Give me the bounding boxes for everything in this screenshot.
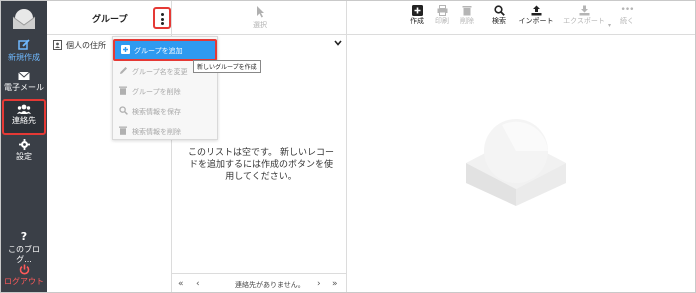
cursor-icon [257,6,264,18]
import-button[interactable]: インポート [516,5,556,26]
compose-icon [18,39,30,50]
delete-label: 削除 [460,17,474,25]
power-icon [19,264,29,275]
list-header: 選択 [172,1,347,35]
nav-mail[interactable]: 電子メール [1,71,47,93]
menu-delete-search[interactable]: 検索情報を削除 [113,121,217,141]
menu-save-search[interactable]: 検索情報を保存 [113,101,217,121]
nav-help-label: このブログ... [8,245,40,264]
pencil-icon [120,67,127,74]
search-button[interactable]: 検索 [490,5,508,26]
address-book-icon [53,40,62,50]
menu-delete-group-label: グループを削除 [132,88,181,96]
nav-new-label: 新規作成 [8,53,40,62]
menu-add-group-label: グループを追加 [134,47,183,55]
nav-contacts-label: 連絡先 [12,116,36,125]
trash-icon [462,6,472,16]
trash-icon [119,126,127,135]
kebab-dot [161,22,164,25]
menu-delete-group[interactable]: グループを削除 [113,81,217,101]
nav-settings-label: 設定 [16,152,32,161]
users-icon [17,104,31,114]
kebab-icon [161,13,164,16]
groups-title: グループ [92,15,128,25]
group-options-button[interactable] [153,7,171,29]
groups-header: グループ [47,1,172,35]
group-item-label: 個人の住所 [66,41,106,50]
import-label: インポート [518,17,554,25]
last-page-button[interactable]: » [332,279,338,289]
nav-logout[interactable]: ログアウト [1,264,47,287]
group-options-menu: グループを追加 グループ名を変更 グループを削除 検索情報を保存 検索情報を削除 [112,36,218,140]
question-icon: ? [20,230,28,243]
menu-save-search-label: 検索情報を保存 [132,108,181,116]
search-icon [119,106,128,115]
nav-settings[interactable]: 設定 [1,139,47,162]
empty-box-illustration [466,119,566,206]
app-window: 新規作成 電子メール 連絡先 設定 ? このブログ... ログアウト グループ … [0,0,696,293]
menu-add-group[interactable]: グループを追加 [113,39,217,61]
add-group-tooltip: 新しいグループを作成 [193,60,261,73]
upload-icon [531,5,541,16]
gear-icon [18,139,30,150]
list-count-text: 連絡先がありません。 [235,281,305,289]
search-icon [493,5,505,16]
export-label: エクスポート [563,17,605,25]
menu-rename-group-label: グループ名を変更 [132,68,188,76]
download-icon [579,5,589,16]
nav-new[interactable]: 新規作成 [1,39,47,63]
nav-help[interactable]: ? このブログ... [1,231,47,265]
nav-mail-label: 電子メール [4,83,44,92]
print-label: 印刷 [435,17,449,25]
search-label: 検索 [492,17,506,25]
more-dots-icon: ••• [620,5,635,15]
create-button[interactable]: 作成 [408,5,426,26]
select-label: 選択 [253,21,267,29]
trash-icon [119,86,127,95]
chevron-down-icon[interactable] [334,40,342,46]
empty-list-message: このリストは空です。 新しいレコードを追加するには作成のボタンを使用してください… [188,148,334,182]
more-button[interactable]: ••• 続く [618,5,636,26]
export-dropdown-icon[interactable]: ▾ [608,22,611,29]
printer-icon [437,5,447,16]
plus-square-icon [411,5,423,16]
next-page-button[interactable]: › [317,279,321,289]
delete-button[interactable]: 削除 [458,5,476,26]
nav-logout-label: ログアウト [4,277,44,286]
main-toolbar: 作成 印刷 削除 検索 インポート エクスポート ▾ ••• 続く [347,1,695,35]
envelope-icon [18,71,30,80]
logo [12,9,36,29]
first-page-button[interactable]: « [178,279,184,289]
print-button[interactable]: 印刷 [433,5,451,26]
export-button[interactable]: エクスポート [560,5,608,26]
create-label: 作成 [410,17,424,25]
more-label: 続く [620,17,634,25]
select-button[interactable]: 選択 [248,6,272,30]
prev-page-button[interactable]: ‹ [196,279,200,289]
list-footer: « ‹ 連絡先がありません。 › » [172,273,347,292]
menu-delete-search-label: 検索情報を削除 [132,128,181,136]
kebab-dot [161,17,164,21]
nav-contacts[interactable]: 連絡先 [2,99,46,135]
main-sidebar: 新規作成 電子メール 連絡先 設定 ? このブログ... ログアウト [1,1,47,292]
plus-square-icon [121,45,130,54]
